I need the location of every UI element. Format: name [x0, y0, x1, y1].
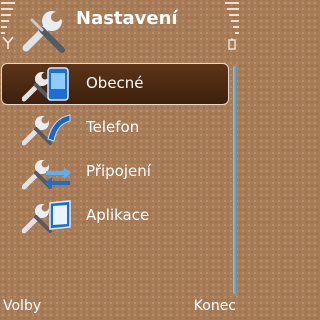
application-window-icon	[22, 200, 71, 234]
tools-wrench-screwdriver-icon	[22, 10, 66, 53]
settings-menu: Obecné Telefon Připojení Aplikace	[0, 62, 232, 238]
phone-general-icon	[22, 67, 69, 102]
antenna-icon	[2, 36, 14, 49]
menu-item-obecne[interactable]: Obecné	[0, 62, 232, 106]
page-title: Nastavení	[76, 8, 178, 29]
menu-item-label: Aplikace	[86, 206, 150, 224]
phone-handset-icon	[22, 114, 71, 146]
menu-item-label: Obecné	[86, 74, 144, 92]
scrollbar[interactable]	[232, 64, 238, 296]
status-bar: Nastavení	[0, 0, 240, 60]
connection-arrows-icon	[22, 160, 71, 190]
menu-item-label: Telefon	[86, 118, 140, 136]
scrollbar-thumb[interactable]	[233, 66, 237, 294]
options-softkey[interactable]: Volby	[3, 298, 41, 314]
exit-softkey[interactable]: Konec	[194, 298, 236, 314]
menu-item-telefon[interactable]: Telefon	[0, 106, 232, 150]
menu-item-aplikace[interactable]: Aplikace	[0, 194, 232, 238]
battery-icon	[228, 38, 236, 50]
menu-item-pripojeni[interactable]: Připojení	[0, 150, 232, 194]
menu-item-label: Připojení	[86, 162, 151, 180]
